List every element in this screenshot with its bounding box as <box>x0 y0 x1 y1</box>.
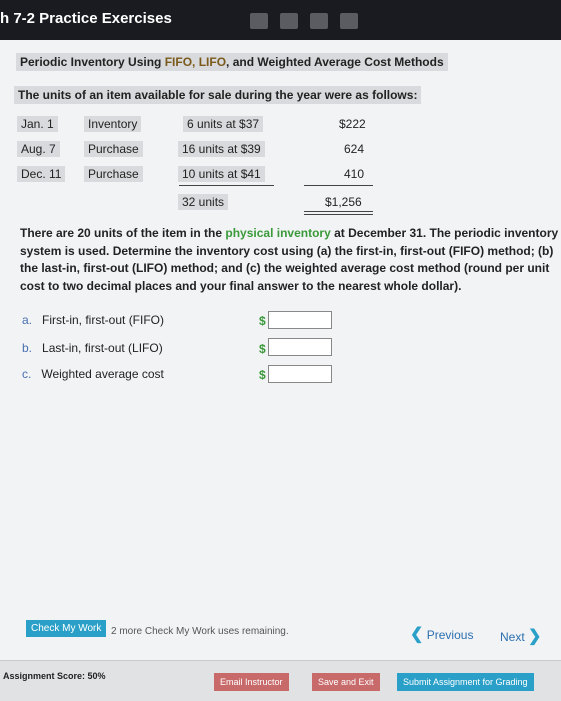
currency-symbol: $ <box>259 368 266 382</box>
answer-letter: c. <box>22 367 32 381</box>
row-units: 6 units at $37 <box>183 116 264 132</box>
calculator-icon[interactable] <box>310 13 328 29</box>
units-rule <box>179 185 274 186</box>
row-type: Purchase <box>84 141 143 157</box>
answer-letter: b. <box>22 341 33 355</box>
row-type: Inventory <box>84 116 142 132</box>
top-bar: h 7-2 Practice Exercises <box>0 0 561 40</box>
next-button[interactable]: Next ❯ <box>500 626 541 646</box>
toolbar-icons <box>250 11 358 31</box>
total-double-rule <box>304 214 373 215</box>
total-units: 32 units <box>178 194 229 210</box>
problem-heading: Periodic Inventory Using FIFO, LIFO, and… <box>16 53 448 71</box>
paragraph-part1: There are 20 units of the item in the <box>20 226 226 240</box>
previous-button[interactable]: ❮ Previous <box>410 624 473 644</box>
heading-methods: FIFO, LIFO <box>164 55 227 69</box>
save-exit-button[interactable]: Save and Exit <box>312 673 380 691</box>
submit-assignment-button[interactable]: Submit Assignment for Grading <box>397 673 534 691</box>
previous-label: Previous <box>426 628 474 642</box>
answer-label: Weighted average cost <box>41 367 164 381</box>
answer-label: Last-in, first-out (LIFO) <box>42 341 163 355</box>
answer-row-lifo: b. Last-in, first-out (LIFO) <box>22 341 163 355</box>
currency-symbol: $ <box>259 314 266 328</box>
media-icon[interactable] <box>250 13 268 29</box>
heading-post: , and Weighted Average Cost Methods <box>226 55 444 69</box>
row-amount: 624 <box>344 142 365 156</box>
amount-rule <box>304 185 373 186</box>
page-title: h 7-2 Practice Exercises <box>0 10 172 27</box>
row-date: Aug. 7 <box>17 141 60 157</box>
row-amount: 410 <box>344 167 365 181</box>
answer-row-weighted: c. Weighted average cost <box>22 367 164 381</box>
answer-row-fifo: a. First-in, first-out (FIFO) <box>22 313 164 327</box>
row-amount: $222 <box>339 117 366 131</box>
row-units: 10 units at $41 <box>178 166 265 182</box>
weighted-input[interactable] <box>268 365 332 383</box>
email-instructor-button[interactable]: Email Instructor <box>214 673 289 691</box>
problem-paragraph: There are 20 units of the item in the ph… <box>20 225 560 295</box>
currency-symbol: $ <box>259 342 266 356</box>
row-type: Purchase <box>84 166 143 182</box>
heading-pre: Periodic Inventory Using <box>20 55 165 69</box>
answer-label: First-in, first-out (FIFO) <box>42 313 165 327</box>
physical-inventory-link[interactable]: physical inventory <box>225 226 330 240</box>
chevron-left-icon: ❮ <box>410 626 424 643</box>
check-my-work-button[interactable]: Check My Work <box>26 620 107 637</box>
row-date: Jan. 1 <box>17 116 58 132</box>
lifo-input[interactable] <box>268 338 332 356</box>
answer-letter: a. <box>22 313 33 327</box>
next-label: Next <box>500 630 525 644</box>
fifo-input[interactable] <box>268 311 332 329</box>
row-units: 16 units at $39 <box>178 141 265 157</box>
total-rule <box>304 211 373 212</box>
chevron-right-icon: ❯ <box>528 628 542 645</box>
intro-text: The units of an item available for sale … <box>14 86 422 104</box>
video-icon[interactable] <box>280 13 298 29</box>
document-icon[interactable] <box>340 13 358 29</box>
check-remaining-text: 2 more Check My Work uses remaining. <box>111 626 289 637</box>
row-date: Dec. 11 <box>17 166 66 182</box>
assignment-score: Assignment Score: 50% <box>3 671 106 681</box>
total-amount: $1,256 <box>325 195 362 209</box>
